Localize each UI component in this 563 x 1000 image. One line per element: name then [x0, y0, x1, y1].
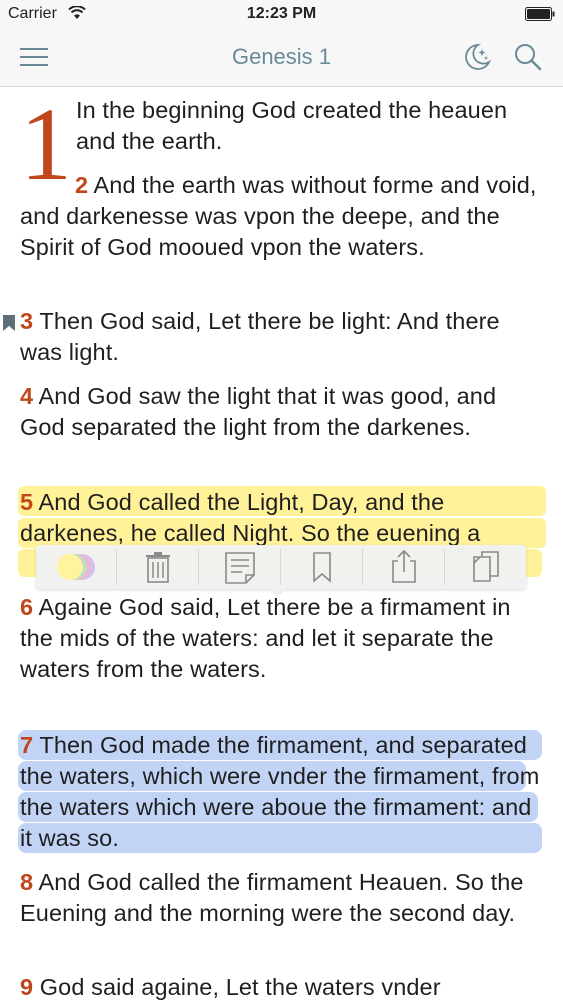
search-icon[interactable] — [513, 42, 543, 72]
verse-9[interactable]: 9 God said againe, Let the waters vnder — [20, 972, 545, 1000]
share-icon — [392, 549, 416, 583]
bookmark-outline-icon — [313, 552, 331, 583]
delete-button[interactable] — [118, 545, 198, 589]
toolbar-pointer — [268, 589, 286, 598]
verse-text: And the earth was without forme and void… — [20, 172, 537, 260]
verse-8[interactable]: 8 And God called the firmament Heauen. S… — [20, 867, 545, 929]
clock: 12:23 PM — [246, 5, 317, 22]
verse-1[interactable]: In the beginning God created the heauen … — [76, 95, 546, 157]
verse-number: 5 — [20, 489, 34, 515]
nav-bar: Genesis 1 — [0, 28, 563, 87]
status-bar: Carrier 12:23 PM — [0, 0, 563, 28]
toolbar-divider — [444, 549, 445, 585]
verse-3[interactable]: 3 Then God said, Let there be light: And… — [20, 306, 545, 368]
verse-number: 3 — [20, 308, 34, 334]
verse-text: And God called the Light, Day, and the d… — [20, 489, 481, 546]
verse-6[interactable]: 6 Againe God said, Let there be a firmam… — [20, 592, 545, 685]
verse-number: 6 — [20, 594, 34, 620]
battery-icon — [525, 7, 555, 21]
verse-text: God said againe, Let the waters vnder — [33, 974, 441, 1000]
share-button[interactable] — [364, 545, 444, 589]
copy-button[interactable] — [446, 545, 526, 589]
color-palette-icon — [57, 554, 95, 580]
toolbar-divider — [198, 549, 199, 585]
verse-7[interactable]: 7 Then God made the firmament, and separ… — [20, 730, 545, 854]
night-mode-icon[interactable] — [462, 42, 492, 72]
trash-icon — [146, 552, 170, 583]
verse-2[interactable]: 2 And the earth was without forme and vo… — [20, 170, 545, 263]
scripture-content[interactable]: 1 In the beginning God created the heaue… — [0, 87, 563, 1000]
highlight-color-button[interactable] — [36, 545, 116, 589]
bookmark-button[interactable] — [282, 545, 362, 589]
toolbar-divider — [280, 549, 281, 585]
verse-number: 4 — [20, 383, 34, 409]
verse-action-toolbar — [36, 545, 526, 589]
verse-number: 8 — [20, 869, 34, 895]
toolbar-divider — [116, 549, 117, 585]
bookmark-icon[interactable] — [3, 315, 15, 331]
verse-text: And God saw the light that it was good, … — [20, 383, 497, 440]
verse-4[interactable]: 4 And God saw the light that it was good… — [20, 381, 545, 443]
verse-text: Then God said, Let there be light: And t… — [20, 308, 500, 365]
verse-5[interactable]: 5 And God called the Light, Day, and the… — [20, 487, 545, 549]
copy-icon — [473, 551, 499, 582]
verse-text: Then God made the firmament, and separat… — [20, 732, 540, 851]
verse-text: Againe God said, Let there be a firmamen… — [20, 594, 511, 682]
note-button[interactable] — [200, 545, 280, 589]
verse-text: In the beginning God created the heauen … — [76, 97, 508, 154]
verse-text: And God called the firmament Heauen. So … — [20, 869, 524, 926]
verse-number: 9 — [20, 974, 34, 1000]
toolbar-divider — [362, 549, 363, 585]
verse-number: 2 — [75, 172, 89, 198]
verse-number: 7 — [20, 732, 34, 758]
note-icon — [225, 552, 255, 584]
